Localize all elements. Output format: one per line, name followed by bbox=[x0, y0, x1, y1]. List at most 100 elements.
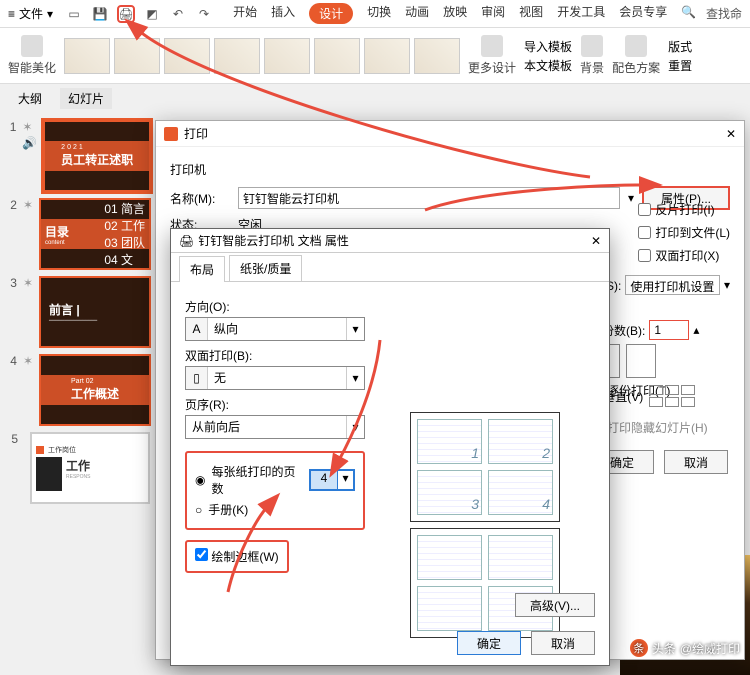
tab-layout[interactable]: 布局 bbox=[179, 256, 225, 282]
doc-icon[interactable]: ▭ bbox=[65, 5, 83, 23]
thumb-item[interactable]: 5 工作岗位 工作 RESPONS bbox=[4, 432, 151, 504]
printer-section-label: 打印机 bbox=[170, 161, 730, 178]
slide-thumbnail-3[interactable]: 前言 | ━━━━━━━━━━━━━━━━ bbox=[39, 276, 151, 348]
page-order-label: 页序(R): bbox=[185, 396, 365, 413]
tab-view[interactable]: 视图 bbox=[519, 3, 543, 24]
thumb-item[interactable]: 3 ✶ 前言 | ━━━━━━━━━━━━━━━━ bbox=[4, 276, 151, 348]
preview-page: 3 bbox=[417, 470, 482, 515]
slide-thumbnail-5[interactable]: 工作岗位 工作 RESPONS bbox=[30, 432, 150, 504]
preview-page bbox=[488, 535, 553, 580]
template-gallery[interactable] bbox=[64, 38, 460, 74]
preview-page bbox=[417, 586, 482, 631]
props-cancel-button[interactable]: 取消 bbox=[531, 631, 595, 655]
duplex-select[interactable]: ▯ 无 ▾ bbox=[185, 366, 365, 390]
quick-access-toolbar: ▭ 💾 🖨 ◩ ↶ ↷ bbox=[65, 5, 213, 23]
thumb-item[interactable]: 4 ✶ Part 02 工作概述 bbox=[4, 354, 151, 426]
thumb-item[interactable]: 1 ✶🔊 2021 员工转正述职 bbox=[4, 120, 151, 192]
save-icon[interactable]: 💾 bbox=[91, 5, 109, 23]
thumb-item[interactable]: 2 ✶ 目录 content 01 简言 02 工作 03 团队 04 文 bbox=[4, 198, 151, 270]
slide-thumbnail-1[interactable]: 2021 员工转正述职 bbox=[43, 120, 151, 192]
tab-design[interactable]: 设计 bbox=[309, 3, 353, 24]
ribbon: 智能美化 更多设计 导入模板 本文模板 背景 配色方案 版式 重置 bbox=[0, 28, 750, 84]
undo-icon[interactable]: ↶ bbox=[169, 5, 187, 23]
print-cancel-button[interactable]: 取消 bbox=[664, 450, 728, 474]
chevron-down-icon[interactable]: ▾ bbox=[724, 278, 730, 292]
slide-thumbnails: 1 ✶🔊 2021 员工转正述职 2 ✶ 目录 content bbox=[0, 84, 155, 675]
props-tabs: 布局 纸张/质量 bbox=[171, 253, 609, 282]
palette-icon bbox=[625, 35, 647, 57]
print-icon[interactable]: 🖨 bbox=[117, 5, 135, 23]
smart-beautify-button[interactable]: 智能美化 bbox=[8, 35, 56, 76]
chevron-down-icon[interactable]: ▾ bbox=[346, 318, 364, 340]
menubar-right: 🔍 查找命 bbox=[681, 5, 742, 22]
chevron-down-icon[interactable]: ▾ bbox=[337, 471, 353, 489]
tab-paper-quality[interactable]: 纸张/质量 bbox=[229, 255, 302, 281]
file-menu[interactable]: ≡ 文件 ▾ bbox=[8, 5, 53, 22]
search-icon[interactable]: 🔍 bbox=[681, 5, 696, 22]
layout-preview: 1 2 3 4 bbox=[375, 292, 595, 644]
watermark: 条 头条 @绘威打印 bbox=[630, 639, 740, 657]
chevron-down-icon[interactable]: ▾ bbox=[346, 367, 364, 389]
slide-thumbnail-4[interactable]: Part 02 工作概述 bbox=[39, 354, 151, 426]
import-template-button[interactable]: 导入模板 bbox=[524, 38, 572, 55]
print-dialog-title: 打印 bbox=[184, 125, 208, 142]
print-options-checks: 反片打印(I) 打印到文件(L) 双面打印(X) bbox=[638, 201, 730, 264]
tab-start[interactable]: 开始 bbox=[233, 3, 257, 24]
template-thumb[interactable] bbox=[264, 38, 310, 74]
template-thumb[interactable] bbox=[64, 38, 110, 74]
tab-animation[interactable]: 动画 bbox=[405, 3, 429, 24]
tab-devtools[interactable]: 开发工具 bbox=[557, 3, 605, 24]
style-button[interactable]: 版式 bbox=[668, 38, 692, 55]
chevron-down-icon[interactable]: ▾ bbox=[346, 416, 364, 438]
pages-per-sheet-radio[interactable]: ◉ 每张纸打印的页数 4 ▾ bbox=[195, 463, 355, 497]
pages-per-sheet-select[interactable]: 4 ▾ bbox=[309, 469, 355, 491]
tab-slideshow[interactable]: 放映 bbox=[443, 3, 467, 24]
paper-source-select[interactable]: 使用打印机设置 bbox=[625, 275, 720, 295]
spin-up-icon[interactable]: ▴ bbox=[693, 323, 699, 337]
close-icon[interactable]: ✕ bbox=[726, 127, 736, 141]
color-scheme-button[interactable]: 配色方案 bbox=[612, 35, 660, 76]
tab-member[interactable]: 会员专享 bbox=[619, 3, 667, 24]
chevron-down-icon[interactable]: ▾ bbox=[628, 191, 634, 205]
advanced-button[interactable]: 高级(V)... bbox=[515, 593, 595, 617]
search-text[interactable]: 查找命 bbox=[706, 5, 742, 22]
background-button[interactable]: 背景 bbox=[580, 35, 604, 76]
template-thumb[interactable] bbox=[214, 38, 260, 74]
slide-thumbnail-2[interactable]: 目录 content 01 简言 02 工作 03 团队 04 文 bbox=[39, 198, 151, 270]
close-icon[interactable]: ✕ bbox=[591, 234, 601, 248]
printer-select[interactable]: 钉钉智能云打印机 bbox=[238, 187, 620, 209]
template-thumb[interactable] bbox=[114, 38, 160, 74]
props-ok-button[interactable]: 确定 bbox=[457, 631, 521, 655]
page-order-select[interactable]: 从前向后 ▾ bbox=[185, 415, 365, 439]
duplex-print-check[interactable]: 双面打印(X) bbox=[638, 247, 730, 264]
text-template-button[interactable]: 本文模板 bbox=[524, 57, 572, 74]
template-thumb[interactable] bbox=[314, 38, 360, 74]
template-thumb[interactable] bbox=[164, 38, 210, 74]
booklet-radio[interactable]: ○ 手册(K) bbox=[195, 501, 355, 518]
layout-order-area: ○ 垂直(V) 打印隐藏幻灯片(H) 确定 取消 bbox=[590, 381, 730, 474]
tab-transition[interactable]: 切换 bbox=[367, 3, 391, 24]
watermark-author: @绘威打印 bbox=[680, 640, 740, 657]
tab-insert[interactable]: 插入 bbox=[271, 3, 295, 24]
orientation-select[interactable]: A 纵向 ▾ bbox=[185, 317, 365, 341]
reverse-print-check[interactable]: 反片打印(I) bbox=[638, 201, 730, 218]
template-thumb[interactable] bbox=[364, 38, 410, 74]
copies-input[interactable] bbox=[649, 320, 689, 340]
props-titlebar: 🖨 钉钉智能云打印机 文档 属性 ✕ bbox=[171, 229, 609, 253]
more-designs-button[interactable]: 更多设计 bbox=[468, 35, 516, 76]
tab-review[interactable]: 审阅 bbox=[481, 3, 505, 24]
portrait-icon: A bbox=[186, 318, 208, 340]
draw-border-group: 绘制边框(W) bbox=[185, 540, 289, 573]
chevron-down-icon: ▾ bbox=[47, 7, 53, 21]
watermark-prefix: 头条 bbox=[652, 640, 676, 657]
preview-page: 4 bbox=[488, 470, 553, 515]
template-thumb[interactable] bbox=[414, 38, 460, 74]
print-hidden-slides-check[interactable]: 打印隐藏幻灯片(H) bbox=[590, 419, 730, 436]
menubar: ≡ 文件 ▾ ▭ 💾 🖨 ◩ ↶ ↷ 开始 插入 设计 切换 动画 放映 审阅 … bbox=[0, 0, 750, 28]
preview-page bbox=[417, 535, 482, 580]
draw-border-check[interactable]: 绘制边框(W) bbox=[195, 550, 279, 564]
redo-icon[interactable]: ↷ bbox=[195, 5, 213, 23]
reset-button[interactable]: 重置 bbox=[668, 57, 692, 74]
print-to-file-check[interactable]: 打印到文件(L) bbox=[638, 224, 730, 241]
preview-icon[interactable]: ◩ bbox=[143, 5, 161, 23]
